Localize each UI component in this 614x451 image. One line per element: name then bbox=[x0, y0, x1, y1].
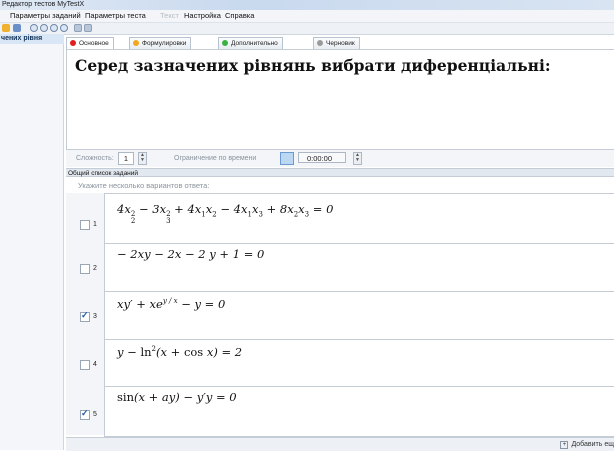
sidebar-selected-task[interactable]: чених рівня bbox=[0, 34, 64, 44]
menu-task-params[interactable]: Параметры заданий bbox=[10, 10, 81, 22]
answer-number: 1 bbox=[93, 221, 97, 228]
copy-icon[interactable] bbox=[74, 24, 82, 32]
checkbox-checked-icon bbox=[80, 310, 90, 322]
answer-formula-2: − 2xy − 2x − 2 y + 1 = 0 bbox=[117, 247, 265, 261]
green-dot-icon bbox=[222, 40, 228, 46]
new-task-icon[interactable] bbox=[2, 24, 10, 32]
red-dot-icon bbox=[70, 40, 76, 46]
answer-editor-3[interactable]: xy′ + xey / x − y = 0 bbox=[104, 291, 614, 341]
checkbox-icon bbox=[80, 220, 90, 230]
tab-additional[interactable]: Дополнительно bbox=[218, 37, 283, 49]
menu-settings[interactable]: Настройка bbox=[184, 10, 221, 22]
answer-formula-1: 4x 2 2 − 3x 2 3 + 4x1x2 − 4x1x3 + 8x2x3 = 0 bbox=[117, 202, 334, 225]
add-more-label: Добавить ещ bbox=[571, 441, 614, 448]
answer-number: 4 bbox=[93, 361, 97, 368]
up-icon[interactable] bbox=[50, 24, 58, 32]
menu-text[interactable]: Текст bbox=[160, 10, 179, 22]
tab-additional-label: Дополнительно bbox=[231, 40, 278, 47]
answer-formula-3: xy′ + xey / x − y = 0 bbox=[117, 297, 226, 311]
question-text: Серед зазначених рівнянь вибрати диферен… bbox=[75, 56, 551, 75]
checkbox-checked-icon bbox=[80, 408, 90, 420]
answer-editor-1[interactable]: 4x 2 2 − 3x 2 3 + 4x1x2 − 4x1x3 + 8x2x3 = 0 bbox=[104, 193, 614, 245]
answer-formula-5: sin(x + ay) − y′y = 0 bbox=[117, 390, 237, 404]
checkbox-icon bbox=[80, 360, 90, 370]
difficulty-label: Сложность: bbox=[76, 155, 114, 162]
answer-number: 5 bbox=[93, 411, 97, 418]
tab-draft-label: Черновик bbox=[326, 40, 355, 47]
menu-test-params[interactable]: Параметры теста bbox=[85, 10, 146, 22]
paste-icon[interactable] bbox=[84, 24, 92, 32]
tab-draft[interactable]: Черновик bbox=[313, 37, 360, 49]
tab-main-label: Основное bbox=[79, 40, 109, 47]
answer-editor-2[interactable]: − 2xy − 2x − 2 y + 1 = 0 bbox=[104, 243, 614, 293]
gray-dot-icon bbox=[317, 40, 323, 46]
answers-bottom-bar: + Добавить ещ bbox=[66, 437, 614, 451]
answer-formula-4: y − ln2(x + cos x) = 2 bbox=[117, 345, 243, 359]
answers-section-header: Общий список заданий bbox=[66, 168, 614, 177]
window-title: Редактор тестов MyTestX bbox=[2, 1, 85, 8]
orange-dot-icon bbox=[133, 40, 139, 46]
menu-bar: Параметры заданий Параметры теста Текст … bbox=[0, 10, 614, 23]
answer-list: 1 4x 2 2 − 3x 2 3 + 4x1x2 − 4x1x3 + 8x2x3 = … bbox=[66, 193, 614, 437]
forward-icon[interactable] bbox=[40, 24, 48, 32]
plus-icon: + bbox=[560, 441, 569, 449]
add-more-button[interactable]: + Добавить ещ bbox=[560, 439, 614, 450]
answer-row-3: 3 xy′ + xey / x − y = 0 bbox=[66, 291, 614, 341]
answer-editor-4[interactable]: y − ln2(x + cos x) = 2 bbox=[104, 339, 614, 388]
answer-row-1: 1 4x 2 2 − 3x 2 3 + 4x1x2 − 4x1x3 + 8x2x3 = … bbox=[66, 193, 614, 245]
time-input[interactable]: 0:00:00 bbox=[298, 152, 346, 163]
back-icon[interactable] bbox=[30, 24, 38, 32]
time-limit-label: Ограничение по времени bbox=[174, 155, 257, 162]
question-editor[interactable]: Серед зазначених рівнянь вибрати диферен… bbox=[66, 49, 614, 150]
answer-row-2: 2 − 2xy − 2x − 2 y + 1 = 0 bbox=[66, 243, 614, 293]
checkbox-icon bbox=[80, 264, 90, 274]
toolbar bbox=[0, 23, 614, 35]
answer-row-5: 5 sin(x + ay) − y′y = 0 bbox=[66, 386, 614, 437]
answer-number: 3 bbox=[93, 313, 97, 320]
answer-row-4: 4 y − ln2(x + cos x) = 2 bbox=[66, 339, 614, 388]
tab-formulations-label: Формулировки bbox=[142, 40, 187, 47]
time-spinner[interactable]: ▲ ▼ bbox=[353, 152, 362, 165]
answers-hint: Укажите несколько вариантов ответа: bbox=[78, 181, 210, 190]
answer-number: 2 bbox=[93, 265, 97, 272]
tab-formulations[interactable]: Формулировки bbox=[129, 37, 192, 49]
difficulty-spinner[interactable]: ▲ ▼ bbox=[138, 152, 147, 165]
task-type-icon[interactable] bbox=[13, 24, 21, 32]
task-params-row: Сложность: 1 ▲ ▼ Ограничение по времени 0… bbox=[66, 150, 614, 167]
time-limit-checkbox[interactable] bbox=[280, 152, 294, 165]
answer-editor-5[interactable]: sin(x + ay) − y′y = 0 bbox=[104, 386, 614, 437]
menu-help[interactable]: Справка bbox=[225, 10, 254, 22]
task-list-sidebar: чених рівня bbox=[0, 34, 64, 450]
down-icon[interactable] bbox=[60, 24, 68, 32]
window-title-bar: Редактор тестов MyTestX bbox=[0, 0, 614, 10]
difficulty-input[interactable]: 1 bbox=[118, 152, 134, 165]
